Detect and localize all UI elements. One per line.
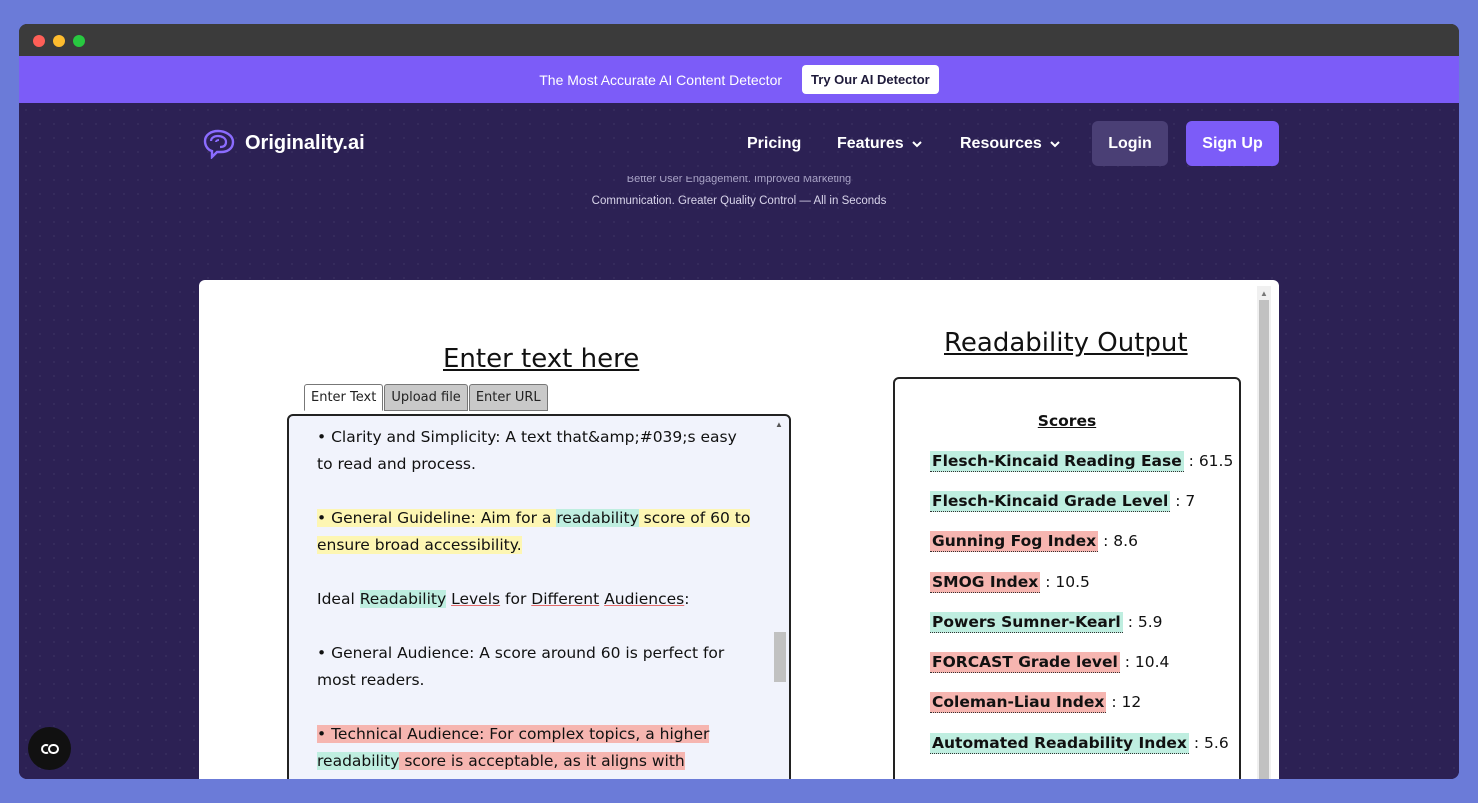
nav-pricing-label: Pricing — [747, 135, 802, 152]
highlight-green: readability — [317, 752, 400, 770]
close-window-button[interactable] — [33, 35, 45, 47]
hero-subtitle-line2: Communication. Greater Quality Control —… — [591, 195, 887, 207]
login-button[interactable]: Login — [1092, 121, 1168, 166]
score-row: FORCAST Grade level : 10.4 — [930, 652, 1170, 673]
signup-button[interactable]: Sign Up — [1186, 121, 1279, 166]
text-span: : — [684, 590, 690, 608]
window-titlebar — [19, 24, 1459, 56]
score-name[interactable]: Gunning Fog Index — [930, 531, 1099, 552]
hero-section: Originality.ai Pricing Features Resource… — [19, 103, 1459, 779]
chevron-down-icon — [911, 141, 922, 148]
hero-subtitle-line1: Better User Engagement. Improved Marketi… — [626, 176, 852, 185]
tab-upload-file[interactable]: Upload file — [384, 384, 468, 411]
highlight-yellow: • General Guideline: Aim for a — [317, 509, 557, 527]
score-row: Flesch-Kincaid Grade Level : 7 — [930, 491, 1196, 512]
nav-features[interactable]: Features — [837, 135, 924, 153]
page-scroll-thumb[interactable] — [1259, 300, 1269, 779]
highlight-red: score is acceptable, as it aligns with — [399, 752, 685, 770]
logo-text: Originality.ai — [245, 131, 365, 154]
score-name[interactable]: Flesch-Kincaid Reading Ease — [930, 451, 1184, 472]
scroll-up-icon[interactable]: ▲ — [775, 420, 783, 429]
editor-content[interactable]: • Clarity and Simplicity: A text that&am… — [317, 424, 757, 779]
text-span: for — [505, 590, 527, 608]
scores-title: Scores — [1037, 412, 1097, 430]
underlined-word: Levels — [451, 590, 501, 608]
promo-text: The Most Accurate AI Content Detector — [539, 71, 783, 88]
text-span: Ideal — [317, 590, 360, 608]
logo[interactable]: Originality.ai — [199, 127, 365, 159]
text-editor[interactable]: • Clarity and Simplicity: A text that&am… — [287, 414, 791, 779]
input-tabs: Enter Text Upload file Enter URL — [304, 384, 548, 411]
nav-pricing[interactable]: Pricing — [747, 135, 801, 153]
readability-output-panel: Scores Flesch-Kincaid Reading Ease : 61.… — [893, 377, 1241, 779]
promo-banner: The Most Accurate AI Content Detector Tr… — [19, 56, 1459, 103]
editor-scroll-thumb[interactable] — [774, 632, 786, 682]
tab-enter-text[interactable]: Enter Text — [304, 384, 384, 411]
readability-tool-card: Enter text here Enter Text Upload file E… — [199, 280, 1279, 779]
scroll-up-icon[interactable]: ▲ — [1260, 289, 1268, 298]
page-scrollbar[interactable]: ▲ — [1257, 286, 1271, 779]
chat-button[interactable] — [28, 727, 71, 770]
highlight-red: • Technical Audience: For complex topics… — [317, 725, 710, 743]
try-detector-button[interactable]: Try Our AI Detector — [802, 65, 939, 94]
score-row: SMOG Index : 10.5 — [930, 572, 1090, 593]
underlined-word: Audiences — [604, 590, 685, 608]
nav-resources-label: Resources — [960, 135, 1042, 152]
score-value: : 8.6 — [1103, 532, 1138, 550]
maximize-window-button[interactable] — [73, 35, 85, 47]
score-name[interactable]: Flesch-Kincaid Grade Level — [930, 491, 1171, 512]
main-nav: Originality.ai Pricing Features Resource… — [19, 121, 1459, 167]
tab-enter-url[interactable]: Enter URL — [468, 384, 548, 411]
chevron-down-icon — [1050, 141, 1060, 148]
editor-paragraph: Ideal Readability Levels for Different A… — [317, 586, 757, 613]
score-row: Flesch-Kincaid Reading Ease : 61.5 — [930, 451, 1234, 472]
editor-paragraph: • Technical Audience: For complex topics… — [317, 721, 757, 775]
editor-paragraph: • General Guideline: Aim for a readabili… — [317, 505, 757, 559]
score-value: : 7 — [1175, 492, 1196, 510]
input-title: Enter text here — [443, 344, 640, 374]
nav-features-label: Features — [837, 135, 904, 152]
score-row: Automated Readability Index : 5.6 — [930, 733, 1229, 754]
chat-icon — [40, 743, 59, 754]
nav-resources[interactable]: Resources — [960, 135, 1062, 153]
underlined-word: Different — [531, 590, 600, 608]
browser-window: The Most Accurate AI Content Detector Tr… — [19, 24, 1459, 779]
score-value: : 5.6 — [1193, 734, 1229, 752]
editor-scrollbar[interactable]: ▲ — [773, 418, 787, 779]
score-name[interactable]: FORCAST Grade level — [930, 652, 1120, 673]
score-value: : 61.5 — [1188, 452, 1234, 470]
score-row: Powers Sumner-Kearl : 5.9 — [930, 612, 1163, 633]
score-row: Coleman-Liau Index : 12 — [930, 692, 1142, 713]
highlight-green: Readability — [359, 590, 447, 608]
output-title: Readability Output — [944, 328, 1188, 358]
editor-paragraph: • General Audience: A score around 60 is… — [317, 644, 725, 689]
score-name[interactable]: Coleman-Liau Index — [930, 692, 1107, 713]
score-name[interactable]: Powers Sumner-Kearl — [930, 612, 1123, 633]
score-name[interactable]: Automated Readability Index — [930, 733, 1189, 754]
score-value: : 12 — [1111, 693, 1142, 711]
score-value: : 10.5 — [1045, 573, 1090, 591]
score-value: : 10.4 — [1124, 653, 1170, 671]
score-row: Gunning Fog Index : 8.6 — [930, 531, 1138, 552]
minimize-window-button[interactable] — [53, 35, 65, 47]
score-value: : 5.9 — [1127, 613, 1163, 631]
highlight-green: readability — [556, 509, 639, 527]
brain-icon — [203, 129, 235, 159]
score-name[interactable]: SMOG Index — [930, 572, 1041, 593]
editor-paragraph: • Clarity and Simplicity: A text that&am… — [317, 428, 737, 473]
